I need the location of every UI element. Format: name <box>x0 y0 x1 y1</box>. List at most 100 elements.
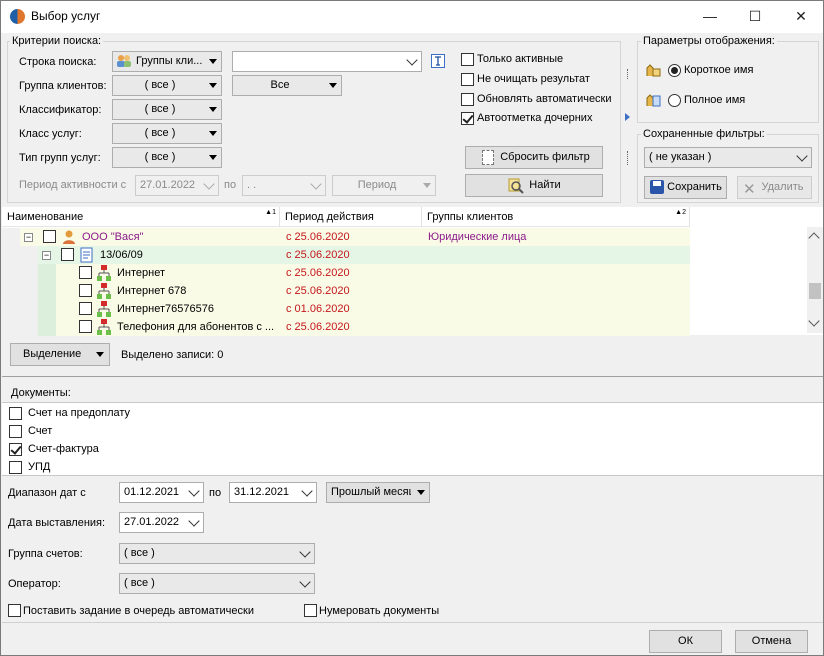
issue-date-value: 27.01.2022 <box>124 516 180 528</box>
contract-icon <box>80 247 94 263</box>
document-label: Счет-фактура <box>28 443 99 455</box>
period-to-picker: . . <box>242 175 326 196</box>
save-filter-button[interactable]: Сохранить <box>644 176 727 199</box>
service-class-select[interactable]: ( все ) <box>112 123 222 144</box>
queue-auto-checkbox[interactable] <box>8 604 21 617</box>
operator-label: Оператор: <box>8 578 61 590</box>
column-header-name[interactable]: Наименование ▲1 <box>2 207 280 227</box>
classifier-select[interactable]: ( все ) <box>112 99 222 120</box>
number-docs-checkbox[interactable] <box>304 604 317 617</box>
search-type-select[interactable]: Группы кли... <box>112 51 222 72</box>
scroll-down-icon[interactable] <box>808 315 820 327</box>
client-group-select[interactable]: ( все ) <box>112 75 222 96</box>
collapse-arrow-icon[interactable] <box>625 113 630 121</box>
period-button: Период <box>332 175 436 196</box>
document-checkbox[interactable] <box>9 407 22 420</box>
auto-refresh-checkbox[interactable] <box>461 93 474 106</box>
window-title: Выбор услуг <box>31 9 101 23</box>
service-icon <box>96 282 112 300</box>
scroll-thumb[interactable] <box>809 283 821 299</box>
issue-date-picker[interactable]: 27.01.2022 <box>119 512 204 533</box>
find-button[interactable]: Найти <box>465 174 603 197</box>
account-group-label: Группа счетов: <box>8 548 83 560</box>
queue-auto-label: Поставить задание в очередь автоматическ… <box>23 605 254 617</box>
activity-period-label: Период активности с <box>19 179 127 191</box>
operator-value: ( все ) <box>124 577 155 589</box>
chevron-down-icon <box>209 83 217 88</box>
row-period: с 25.06.2020 <box>286 267 350 279</box>
document-checkbox[interactable] <box>9 425 22 438</box>
collapse-toggle-icon[interactable]: − <box>24 233 33 242</box>
selection-button-label: Выделение <box>23 348 82 360</box>
services-tree-grid[interactable]: Наименование ▲1 Период действия Группы к… <box>2 207 823 336</box>
chevron-down-icon <box>310 178 322 190</box>
service-icon <box>96 318 112 336</box>
service-class-value: ( все ) <box>144 127 176 139</box>
selection-button[interactable]: Выделение <box>10 343 110 366</box>
close-button[interactable]: ✕ <box>778 1 824 31</box>
short-name-label: Короткое имя <box>684 64 754 76</box>
scroll-up-icon[interactable] <box>808 232 820 244</box>
date-preset-button[interactable]: Прошлый месяц <box>326 482 430 503</box>
service-group-type-select[interactable]: ( все ) <box>112 147 222 168</box>
row-client-group: Юридические лица <box>428 231 527 243</box>
service-group-type-label: Тип групп услуг: <box>19 152 101 164</box>
delete-x-icon: ✕ <box>743 181 756 198</box>
tree-row[interactable]: Интернет76576576 с 01.06.2020 <box>2 300 690 318</box>
text-input-icon[interactable] <box>431 54 445 68</box>
short-name-icon <box>644 61 662 79</box>
full-name-label: Полное имя <box>684 94 746 106</box>
auto-mark-children-checkbox[interactable] <box>461 112 474 125</box>
classifier-value: ( все ) <box>144 103 176 115</box>
cancel-button[interactable]: Отмена <box>735 630 808 653</box>
chevron-down-icon <box>188 515 200 527</box>
minimize-button[interactable]: — <box>687 1 733 31</box>
reset-filter-button[interactable]: Сбросить фильтр <box>465 146 603 169</box>
row-name: Интернет 678 <box>117 285 187 297</box>
document-checkbox[interactable] <box>9 461 22 474</box>
service-class-label: Класс услуг: <box>19 128 82 140</box>
row-checkbox[interactable] <box>79 302 92 315</box>
ok-button[interactable]: ОК <box>649 630 722 653</box>
row-checkbox[interactable] <box>79 284 92 297</box>
saved-filter-select[interactable]: ( не указан ) <box>644 147 812 168</box>
range-to-picker[interactable]: 31.12.2021 <box>229 482 317 503</box>
column-header-client-groups[interactable]: Группы клиентов ▲2 <box>422 207 690 227</box>
document-checkbox[interactable] <box>9 443 22 456</box>
only-active-label: Только активные <box>477 53 564 65</box>
row-checkbox[interactable] <box>79 320 92 333</box>
collapse-toggle-icon[interactable]: − <box>42 251 51 260</box>
chevron-down-icon <box>406 54 418 66</box>
tree-row[interactable]: Телефония для абонентов с ... с 25.06.20… <box>2 318 690 336</box>
row-name: Интернет <box>117 267 165 279</box>
account-group-select[interactable]: ( все ) <box>119 543 315 564</box>
short-name-radio[interactable] <box>668 64 681 77</box>
row-period: с 25.06.2020 <box>286 285 350 297</box>
period-from-picker: 27.01.2022 <box>135 175 219 196</box>
full-name-radio[interactable] <box>668 94 681 107</box>
row-checkbox[interactable] <box>43 230 56 243</box>
title-bar: Выбор услуг — ☐ ✕ <box>1 1 823 33</box>
date-preset-label: Прошлый месяц <box>331 486 411 498</box>
column-header-period[interactable]: Период действия <box>280 207 422 227</box>
tree-scrollbar[interactable] <box>807 227 823 333</box>
row-name: ООО "Вася" <box>82 231 144 243</box>
maximize-button[interactable]: ☐ <box>732 1 778 31</box>
range-from-picker[interactable]: 01.12.2021 <box>119 482 204 503</box>
operator-select[interactable]: ( все ) <box>119 573 315 594</box>
only-active-checkbox[interactable] <box>461 53 474 66</box>
panel-splitter[interactable] <box>624 41 632 201</box>
display-params-title: Параметры отображения: <box>641 35 777 47</box>
client-group-all-select[interactable]: Все <box>232 75 342 96</box>
period-button-label: Период <box>357 179 397 191</box>
row-checkbox[interactable] <box>61 248 74 261</box>
tree-row[interactable]: Интернет 678 с 25.06.2020 <box>2 282 690 300</box>
service-icon <box>96 300 112 318</box>
search-text-combo[interactable] <box>232 51 422 72</box>
row-checkbox[interactable] <box>79 266 92 279</box>
dont-clear-checkbox[interactable] <box>461 73 474 86</box>
tree-row[interactable]: − 13/06/09 с 25.06.2020 <box>2 246 690 264</box>
tree-row[interactable]: − ООО "Вася" с 25.06.2020 Юридические ли… <box>2 228 690 246</box>
document-label: УПД <box>28 461 51 473</box>
tree-row[interactable]: Интернет с 25.06.2020 <box>2 264 690 282</box>
